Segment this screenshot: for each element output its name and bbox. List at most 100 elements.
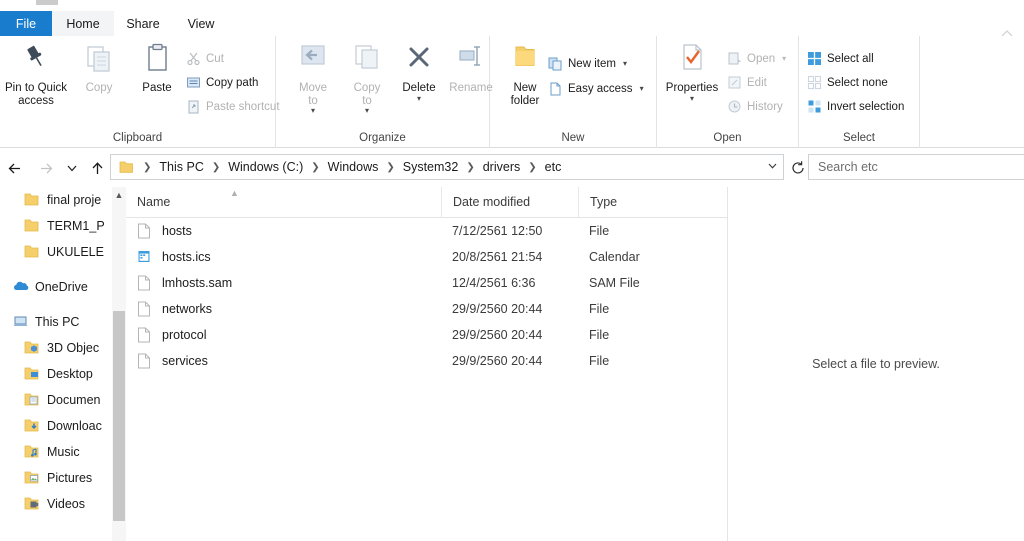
cut-button[interactable]: Cut (186, 48, 224, 69)
new-item-button[interactable]: New item ▾ (548, 53, 627, 74)
file-type-cell: SAM File (589, 276, 640, 290)
new-item-caret-icon[interactable]: ▾ (623, 59, 627, 68)
up-button[interactable] (85, 156, 109, 180)
copy-to-button[interactable]: Copy to ▾ (338, 42, 396, 115)
breadcrumb-item-windows-c[interactable]: Windows (C:) (225, 160, 306, 174)
history-button[interactable]: History (727, 96, 783, 117)
file-list: Name ▲ Date modified Type hosts 7/12/256… (126, 186, 727, 541)
properties-caret-icon[interactable]: ▾ (661, 94, 723, 103)
select-all-button[interactable]: Select all (807, 48, 874, 69)
table-row[interactable]: hosts 7/12/2561 12:50 File (126, 218, 727, 244)
breadcrumb-item-system32[interactable]: System32 (400, 160, 462, 174)
column-header-type[interactable]: Type (578, 186, 727, 218)
easy-access-label: Easy access (568, 82, 633, 95)
navigation-pane-scrollbar[interactable]: ▲ (112, 187, 126, 541)
nav-item-label: UKULELE (47, 245, 104, 259)
forward-button[interactable] (33, 156, 57, 180)
copy-to-caret-icon[interactable]: ▾ (338, 107, 396, 115)
invert-selection-button[interactable]: Invert selection (807, 96, 904, 117)
search-box[interactable]: Search etc (808, 154, 1024, 180)
file-name-cell[interactable]: networks (126, 301, 441, 317)
search-input[interactable]: Search etc (818, 160, 878, 174)
open-caret-icon[interactable]: ▾ (782, 54, 786, 63)
nav-item-videos[interactable]: Videos (0, 491, 112, 517)
nav-item-documents[interactable]: Documen (0, 387, 112, 413)
nav-item-music[interactable]: Music (0, 439, 112, 465)
file-date-cell: 29/9/2560 20:44 (452, 302, 543, 316)
column-header-name[interactable]: Name ▲ (126, 187, 441, 218)
folder-icon (24, 244, 40, 260)
ribbon-group-clipboard: Pin to Quick access Copy Paste Cut Copy … (0, 36, 280, 148)
tab-view[interactable]: View (172, 11, 230, 36)
table-row[interactable]: services 29/9/2560 20:44 File (126, 348, 727, 374)
refresh-button[interactable] (786, 156, 810, 180)
recent-locations-button[interactable] (60, 156, 84, 180)
address-bar[interactable]: ❯ This PC ❯ Windows (C:) ❯ Windows ❯ Sys… (110, 154, 784, 180)
select-none-button[interactable]: Select none (807, 72, 888, 93)
nav-item-desktop[interactable]: Desktop (0, 361, 112, 387)
table-row[interactable]: networks 29/9/2560 20:44 File (126, 296, 727, 322)
tab-view-label: View (187, 16, 215, 31)
breadcrumb-item-windows[interactable]: Windows (325, 160, 382, 174)
tab-home[interactable]: Home (52, 11, 114, 36)
paste-button[interactable]: Paste (128, 42, 186, 95)
delete-caret-icon[interactable]: ▾ (390, 94, 448, 103)
move-to-button[interactable]: Move to ▾ (284, 42, 342, 115)
nav-item-label: OneDrive (35, 280, 88, 294)
select-none-icon (807, 75, 822, 90)
nav-item-pictures[interactable]: Pictures (0, 465, 112, 491)
file-name-cell[interactable]: hosts.ics (126, 249, 441, 265)
file-explorer-window: File Home Share View Pin to Quick access… (0, 0, 1024, 541)
file-name-cell[interactable]: hosts (126, 223, 441, 239)
ribbon-group-select-label: Select (843, 132, 875, 144)
properties-button[interactable]: Properties ▾ (661, 42, 723, 103)
delete-button[interactable]: Delete ▾ (390, 42, 448, 103)
table-row[interactable]: lmhosts.sam 12/4/2561 6:36 SAM File (126, 270, 727, 296)
column-header-date-modified[interactable]: Date modified (441, 186, 578, 218)
sort-asc-icon: ▲ (230, 187, 239, 198)
back-button[interactable] (3, 156, 27, 180)
breadcrumb-separator: ❯ (211, 161, 221, 173)
file-name-cell[interactable]: protocol (126, 327, 441, 343)
paste-shortcut-button[interactable]: Paste shortcut (186, 96, 280, 117)
ribbon-group-organize-label: Organize (359, 132, 406, 144)
tab-home-label: Home (66, 16, 100, 31)
move-to-caret-icon[interactable]: ▾ (284, 107, 342, 115)
copy-button[interactable]: Copy (70, 42, 128, 95)
breadcrumb-item-drivers[interactable]: drivers (480, 160, 524, 174)
address-dropdown-icon[interactable] (761, 159, 783, 175)
table-row[interactable]: hosts.ics 20/8/2561 21:54 Calendar (126, 244, 727, 270)
breadcrumb-item-etc[interactable]: etc (542, 160, 565, 174)
nav-item-downloads[interactable]: Downloac (0, 413, 112, 439)
pin-to-quick-access-button[interactable]: Pin to Quick access (4, 42, 68, 107)
nav-item-this-pc[interactable]: This PC (0, 309, 112, 335)
folder-icon (24, 218, 40, 234)
breadcrumb-item-this-pc[interactable]: This PC (156, 160, 206, 174)
tab-file[interactable]: File (0, 11, 52, 36)
easy-access-button[interactable]: Easy access ▾ (548, 78, 644, 99)
file-name-label: hosts.ics (162, 250, 211, 264)
copy-path-button[interactable]: Copy path (186, 72, 258, 93)
new-folder-button[interactable]: New folder (496, 42, 554, 107)
scissors-icon (186, 51, 201, 66)
file-type-cell: Calendar (589, 250, 640, 264)
calendar-file-icon (137, 249, 153, 265)
open-button[interactable]: Open ▾ (727, 48, 786, 69)
desktop-icon (24, 366, 40, 382)
table-row[interactable]: protocol 29/9/2560 20:44 File (126, 322, 727, 348)
delete-x-icon (390, 42, 448, 82)
tab-share[interactable]: Share (114, 11, 172, 36)
nav-item-3d-objects[interactable]: 3D Objec (0, 335, 112, 361)
file-name-cell[interactable]: services (126, 353, 441, 369)
chevron-up-icon[interactable]: ▲ (112, 187, 126, 203)
navigation-pane[interactable]: final proje TERM1_P UKULELE OneDrive Thi… (0, 187, 112, 541)
easy-access-caret-icon[interactable]: ▾ (640, 84, 644, 93)
nav-item-final-project[interactable]: final proje (0, 187, 112, 213)
file-name-cell[interactable]: lmhosts.sam (126, 275, 441, 291)
quick-access-toolbar[interactable] (36, 0, 58, 5)
scrollbar-thumb[interactable] (113, 311, 125, 521)
nav-item-onedrive[interactable]: OneDrive (0, 274, 112, 300)
nav-item-ukulele[interactable]: UKULELE (0, 239, 112, 265)
nav-item-term1-p[interactable]: TERM1_P (0, 213, 112, 239)
edit-button[interactable]: Edit (727, 72, 767, 93)
